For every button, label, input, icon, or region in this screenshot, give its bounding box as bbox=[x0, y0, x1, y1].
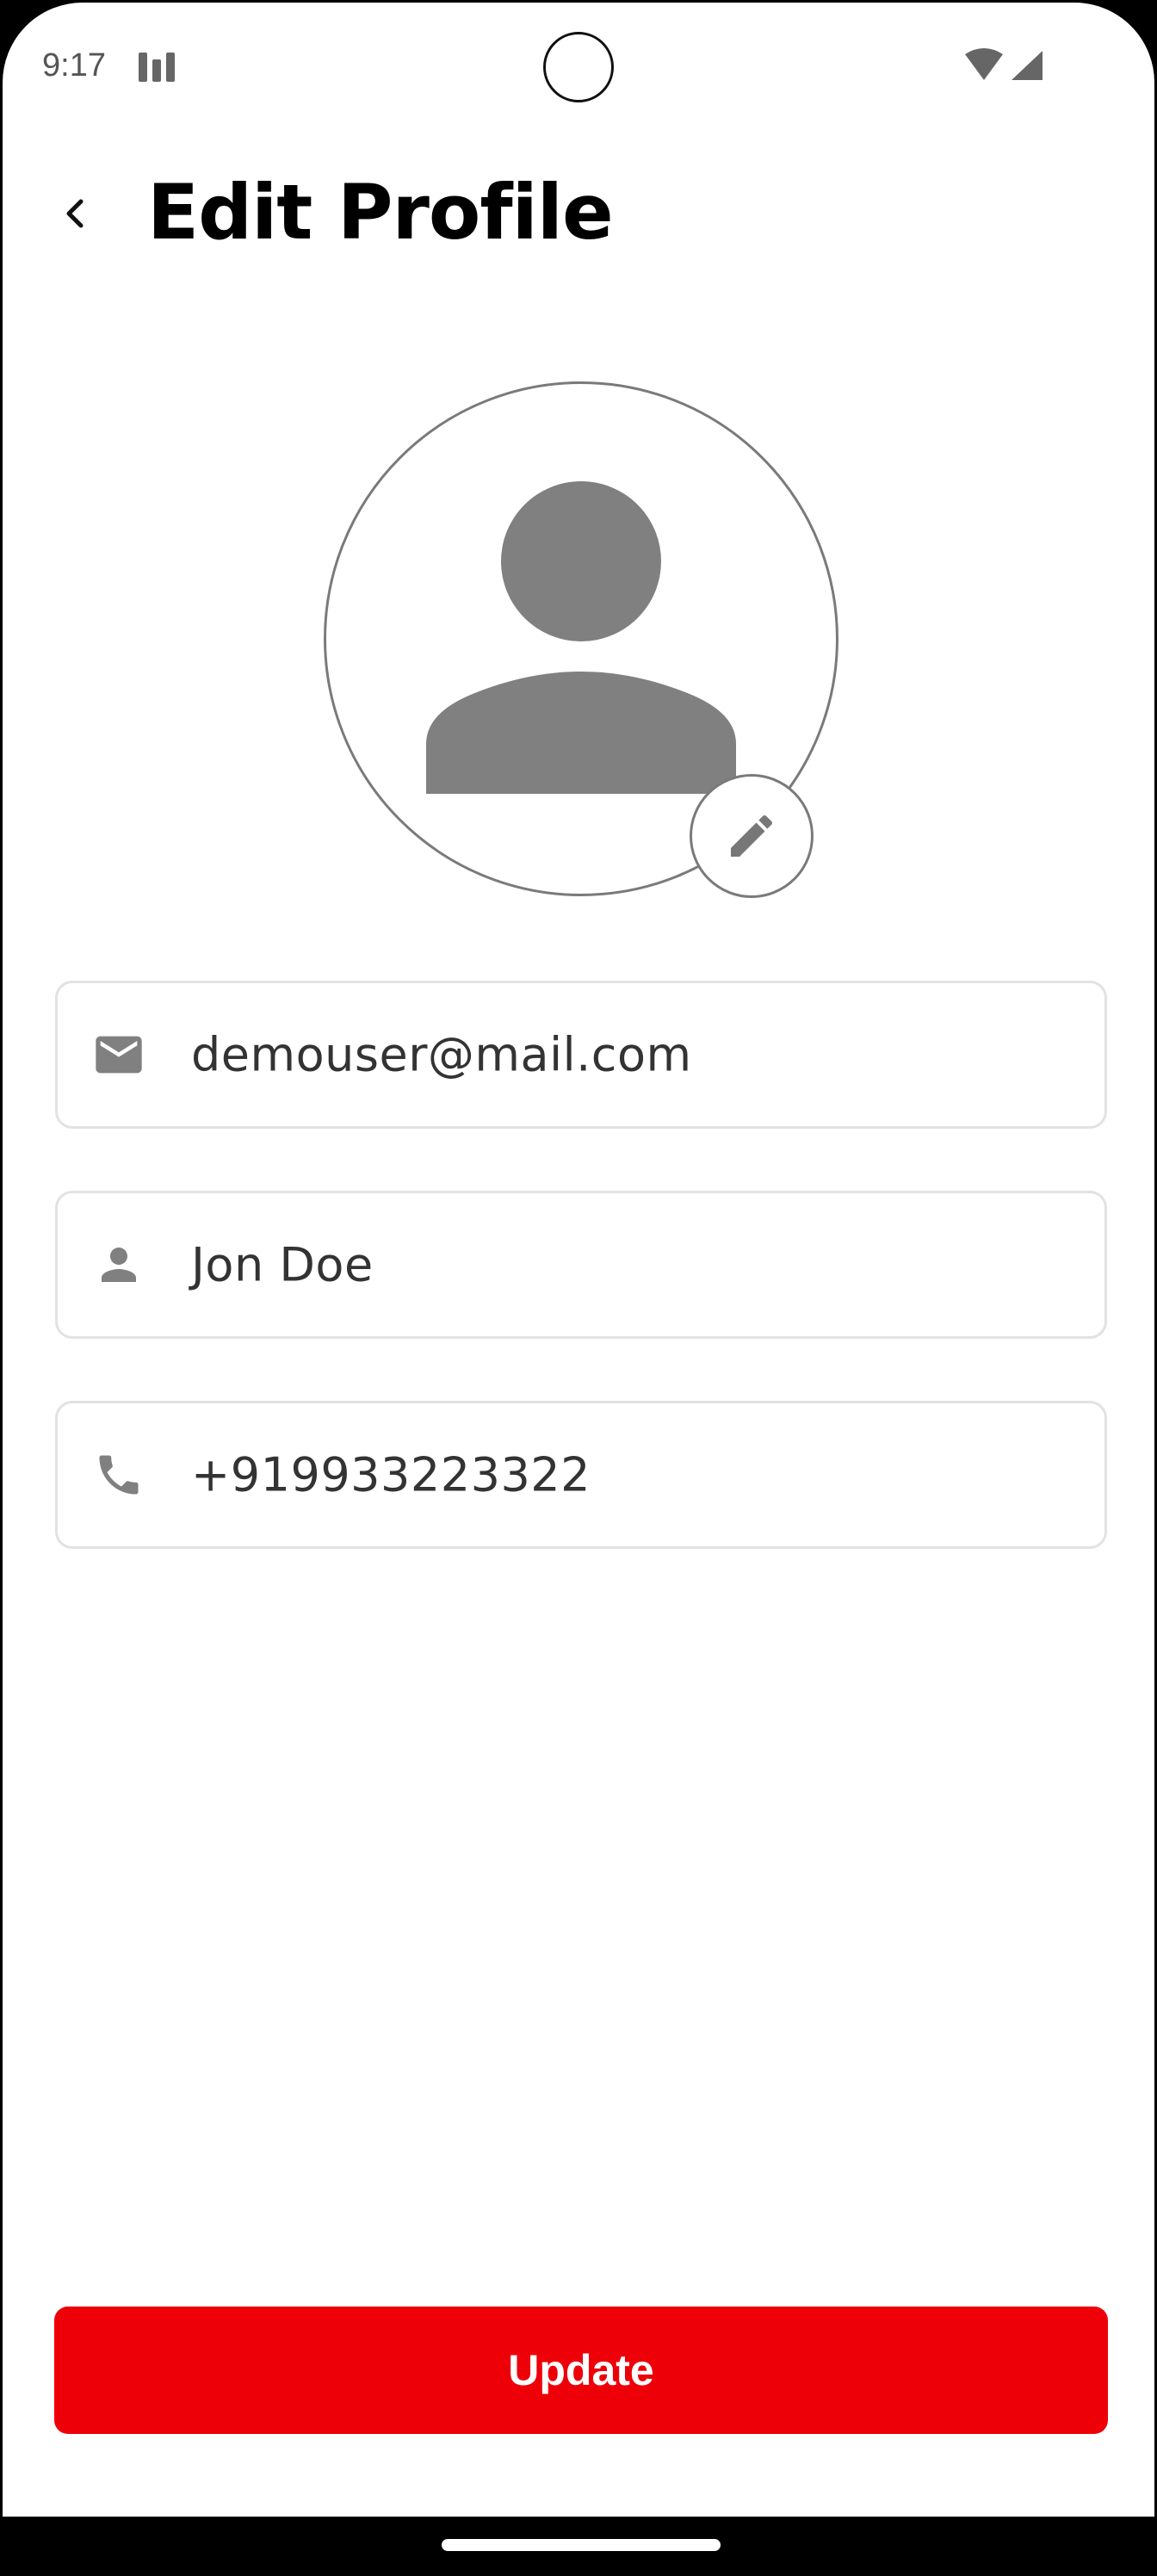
pencil-icon bbox=[731, 814, 773, 857]
wifi-icon bbox=[965, 48, 1003, 80]
update-button[interactable]: Update bbox=[54, 2307, 1108, 2434]
home-indicator[interactable] bbox=[442, 2539, 721, 2551]
email-field[interactable]: demouser@mail.com bbox=[55, 981, 1107, 1129]
camera-cutout bbox=[543, 32, 614, 102]
edit-profile-screen: 9:17 Edit Profile demouser@mail.com Jon … bbox=[0, 0, 1157, 2576]
page-title: Edit Profile bbox=[147, 168, 614, 257]
phone-field[interactable]: +919933223322 bbox=[55, 1401, 1107, 1549]
name-field[interactable]: Jon Doe bbox=[55, 1191, 1107, 1339]
chevron-left-icon bbox=[66, 199, 84, 228]
cellular-icon bbox=[1012, 51, 1043, 80]
phone-value: +919933223322 bbox=[191, 1447, 591, 1502]
edit-avatar-button[interactable] bbox=[690, 774, 814, 898]
mail-icon bbox=[89, 1025, 149, 1085]
status-time: 9:17 bbox=[42, 47, 106, 84]
phone-icon bbox=[89, 1445, 149, 1505]
status-bar: 9:17 bbox=[3, 3, 1154, 132]
email-value: demouser@mail.com bbox=[191, 1027, 692, 1082]
back-button[interactable] bbox=[46, 183, 106, 244]
signal-bars-icon bbox=[137, 51, 178, 82]
person-icon bbox=[89, 1235, 149, 1295]
name-value: Jon Doe bbox=[191, 1237, 374, 1292]
status-right-icons bbox=[962, 47, 1048, 85]
